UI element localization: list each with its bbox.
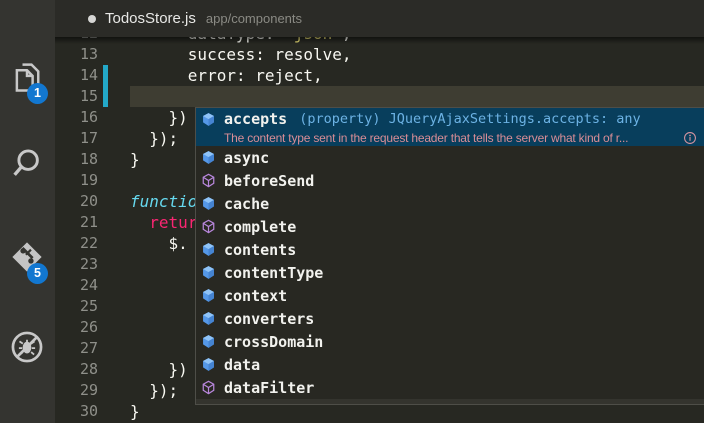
source-control-badge: 5 (27, 263, 48, 284)
editor-line-15[interactable]: 15 (55, 86, 704, 107)
suggestion-label: complete (224, 217, 297, 236)
vscode-window: 15 TodosStore.js app/components 12 dataT… (0, 0, 704, 423)
line-number: 30 (79, 402, 98, 420)
line-number: 19 (79, 171, 98, 189)
suggestion-label: cache (224, 194, 270, 213)
property-icon (201, 112, 216, 127)
suggestion-item[interactable]: crossDomain (196, 330, 704, 353)
property-icon (201, 242, 216, 257)
activity-bar: 15 (0, 0, 55, 423)
suggestion-label: contents (224, 240, 297, 259)
suggestion-item[interactable]: beforeSend (196, 169, 704, 192)
suggestion-item-partial (196, 399, 704, 404)
code-text: }) (130, 360, 188, 379)
explorer-badge: 1 (27, 83, 48, 104)
line-number: 12 (55, 37, 98, 44)
property-icon (201, 150, 216, 165)
modified-line-indicator (103, 86, 108, 107)
editor-title-bar: TodosStore.js app/components (55, 0, 704, 37)
activity-bar-item-search[interactable] (0, 138, 55, 196)
suggestion-label: async (224, 148, 270, 167)
line-number: 15 (79, 87, 98, 105)
suggestion-item[interactable]: context (196, 284, 704, 307)
suggestion-label: contentType (224, 263, 324, 282)
line-number: 21 (79, 213, 98, 231)
suggestion-item-selected[interactable]: accepts (property) JQueryAjaxSettings.acc… (196, 108, 704, 146)
editor-line-14[interactable]: 14 error: reject, (55, 65, 704, 86)
code-text: $. (130, 234, 188, 253)
info-icon[interactable] (683, 131, 697, 145)
property-icon (201, 311, 216, 326)
line-number: 20 (79, 192, 98, 210)
suggestion-item[interactable]: dataFilter (196, 376, 704, 399)
property-icon (201, 334, 216, 349)
code-text: }); (130, 129, 179, 148)
method-icon (201, 173, 216, 188)
editor-line-13[interactable]: 13 success: resolve, (55, 44, 704, 65)
suggestion-label: data (224, 355, 261, 374)
search-icon (9, 145, 45, 181)
suggestion-doc: The content type sent in the request hea… (224, 131, 629, 145)
suggestion-label: beforeSend (224, 171, 315, 190)
suggestion-item[interactable]: converters (196, 307, 704, 330)
suggestion-item[interactable]: async (196, 146, 704, 169)
line-number: 26 (79, 318, 98, 336)
line-number: 27 (79, 339, 98, 357)
property-icon (201, 265, 216, 280)
property-icon (201, 196, 216, 211)
code-text: }); (130, 381, 179, 400)
code-text: } (130, 150, 140, 169)
line-number: 13 (79, 45, 98, 63)
suggestion-item[interactable]: data (196, 353, 704, 376)
suggestion-label: crossDomain (224, 332, 324, 351)
suggestion-item[interactable]: contentType (196, 261, 704, 284)
line-number: 28 (79, 360, 98, 378)
suggestion-item[interactable]: cache (196, 192, 704, 215)
dirty-indicator-icon (88, 14, 96, 23)
code-text: } (130, 402, 140, 421)
line-number: 16 (79, 108, 98, 126)
suggestion-item[interactable]: contents (196, 238, 704, 261)
editor-line-12[interactable]: 12 dataType: 'json', (55, 37, 704, 44)
activity-bar-item-source-control[interactable]: 5 (0, 232, 55, 290)
suggestion-detail: (property) JQueryAjaxSettings.accepts: a… (299, 111, 641, 127)
suggestion-label: converters (224, 309, 315, 328)
line-number: 14 (79, 66, 98, 84)
debug-icon (9, 329, 45, 365)
property-icon (201, 357, 216, 372)
property-icon (201, 288, 216, 303)
file-path: app/components (205, 11, 303, 26)
activity-bar-item-explorer[interactable]: 1 (0, 52, 55, 110)
current-line-highlight (130, 86, 704, 107)
code-text: dataType: 'json', (130, 37, 352, 44)
method-icon (201, 380, 216, 395)
suggestion-label: context (224, 286, 288, 305)
activity-bar-item-debug[interactable] (0, 322, 55, 380)
line-number: 22 (79, 234, 98, 252)
line-number: 18 (79, 150, 98, 168)
intellisense-suggest-widget: accepts (property) JQueryAjaxSettings.acc… (195, 107, 704, 405)
line-number: 25 (79, 297, 98, 315)
modified-line-indicator (103, 65, 108, 86)
method-icon (201, 219, 216, 234)
line-number: 23 (79, 255, 98, 273)
suggestion-label: accepts (224, 110, 288, 128)
line-number: 29 (79, 381, 98, 399)
line-number: 24 (79, 276, 98, 294)
suggestion-label: dataFilter (224, 378, 315, 397)
line-number: 17 (79, 129, 98, 147)
code-text: success: resolve, (130, 45, 352, 64)
suggestion-item[interactable]: complete (196, 215, 704, 238)
code-text: error: reject, (130, 66, 323, 85)
file-name: TodosStore.js (105, 10, 196, 27)
code-text: }) (130, 108, 188, 127)
